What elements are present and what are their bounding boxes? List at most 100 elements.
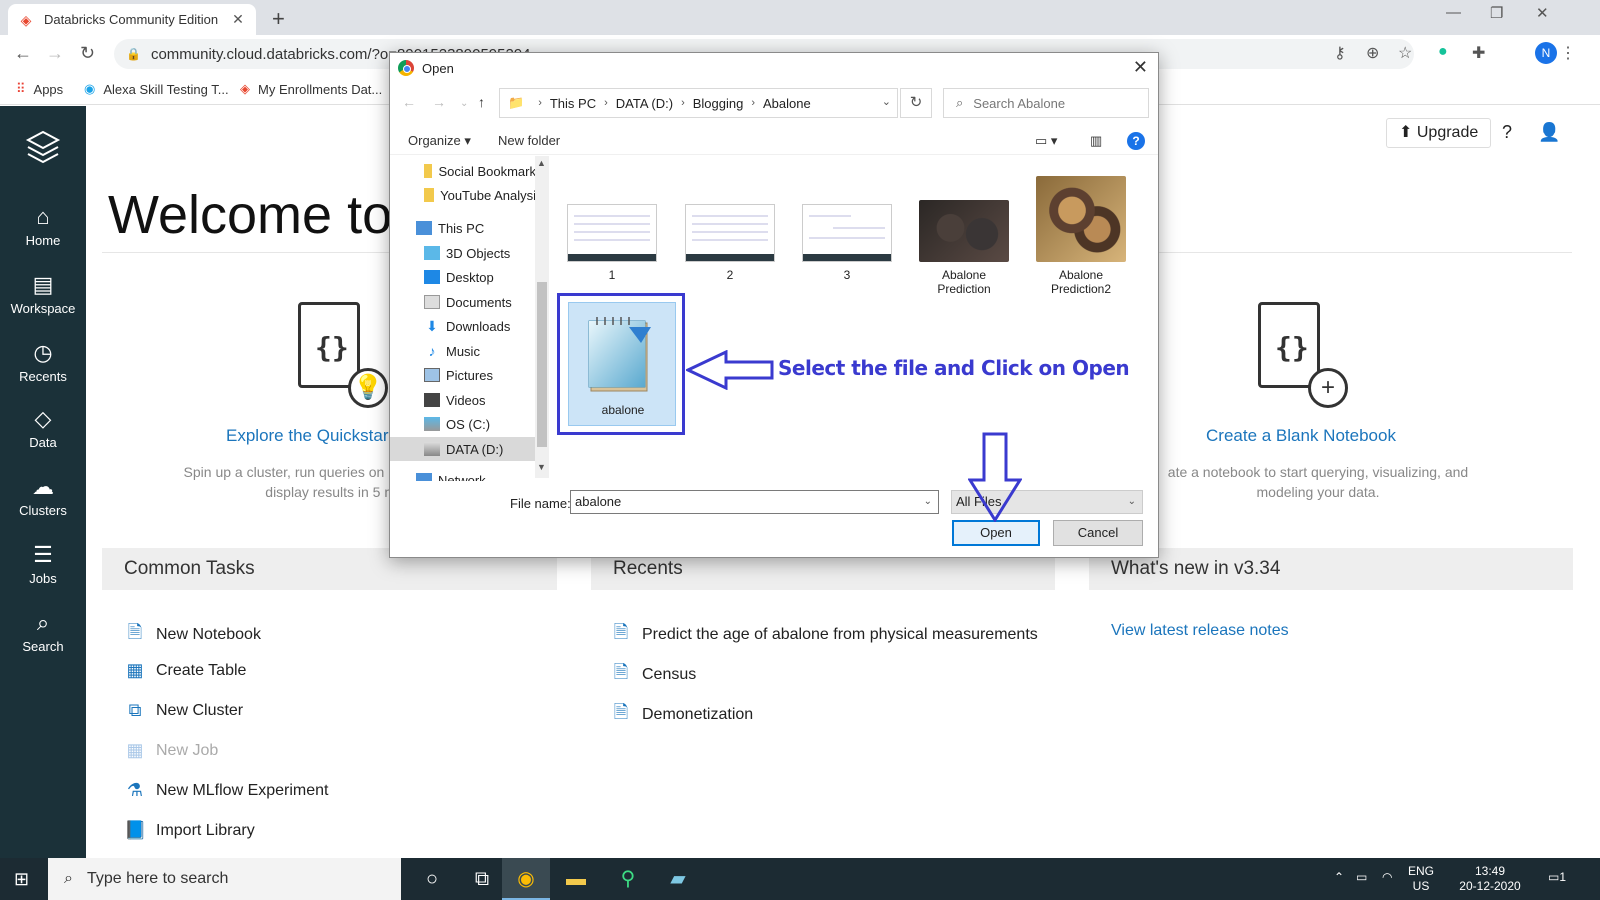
dialog-back-icon[interactable]: ← xyxy=(402,94,416,110)
minimize-icon[interactable]: — xyxy=(1446,4,1461,21)
file-item[interactable]: Abalone Prediction xyxy=(912,200,1016,296)
tree-item-network[interactable]: Network xyxy=(390,468,536,481)
task-new-cluster[interactable]: ⧉ New Cluster xyxy=(124,700,244,721)
bookmark-alexa[interactable]: ◉ Alexa Skill Testing T... xyxy=(84,81,229,97)
tray-chevron-icon[interactable]: ⌃ xyxy=(1334,870,1344,885)
tree-item-downloads[interactable]: ⬇ Downloads xyxy=(390,314,536,338)
chevron-down-icon[interactable]: ⌄ xyxy=(1128,491,1136,513)
tree-item-data-d[interactable]: DATA (D:) xyxy=(390,437,536,461)
cortana-icon[interactable]: ○ xyxy=(408,858,456,900)
scroll-up-icon[interactable]: ▲ xyxy=(537,158,546,168)
file-item[interactable]: 2 xyxy=(678,204,782,282)
databricks-logo-icon[interactable] xyxy=(24,128,62,166)
cancel-button[interactable]: Cancel xyxy=(1053,520,1143,546)
tab-close-icon[interactable]: ✕ xyxy=(230,11,246,28)
tree-item-social-bookmark[interactable]: Social Bookmark xyxy=(390,159,536,183)
tree-scrollbar[interactable]: ▲ ▼ xyxy=(535,156,549,478)
tree-item-this-pc[interactable]: This PC xyxy=(390,216,536,240)
scroll-down-icon[interactable]: ▼ xyxy=(537,462,546,472)
task-view-icon[interactable]: ⧉ xyxy=(458,858,506,900)
browser-tab[interactable]: ◈ Databricks Community Edition ✕ xyxy=(8,4,256,35)
clock[interactable]: 13:49 20-12-2020 xyxy=(1450,864,1530,894)
crumb-this-pc[interactable]: This PC xyxy=(550,96,596,111)
reload-icon[interactable]: ↻ xyxy=(80,43,95,64)
file-item[interactable]: 1 xyxy=(560,204,664,282)
chevron-down-icon[interactable]: ⌄ xyxy=(924,491,932,513)
windows-start-icon[interactable]: ⊞ xyxy=(14,869,29,890)
extensions-icon[interactable]: ✚ xyxy=(1472,43,1485,63)
sidebar-item-data[interactable]: ◇ Data xyxy=(0,406,86,450)
wifi-icon[interactable]: ◠ xyxy=(1382,870,1392,885)
file-name-input[interactable]: abalone ⌄ xyxy=(570,490,939,514)
up-folder-icon[interactable]: ↑ xyxy=(478,94,485,110)
quickstart-link[interactable]: Explore the Quickstar xyxy=(226,426,389,446)
sidebar-item-clusters[interactable]: ☁ Clusters xyxy=(0,474,86,518)
dialog-help-icon[interactable]: ? xyxy=(1127,132,1145,150)
menu-icon[interactable]: ⋮ xyxy=(1560,43,1576,63)
restore-icon[interactable]: ❐ xyxy=(1490,4,1503,22)
bookmark-apps[interactable]: ⠿ Apps xyxy=(16,81,63,97)
sidebar-item-home[interactable]: ⌂ Home xyxy=(0,204,86,248)
tree-item-music[interactable]: ♪ Music xyxy=(390,339,536,363)
user-icon[interactable]: 👤 xyxy=(1538,122,1560,143)
organize-button[interactable]: Organize ▾ xyxy=(408,133,471,149)
dialog-close-icon[interactable]: ✕ xyxy=(1133,57,1148,78)
file-item[interactable]: Abalone Prediction2 xyxy=(1029,176,1133,296)
notifications-icon[interactable]: ▭1 xyxy=(1548,870,1566,885)
tree-item-os-c[interactable]: OS (C:) xyxy=(390,412,536,436)
file-item-selected[interactable]: abalone xyxy=(568,302,676,426)
quickstart-notebook-icon[interactable]: {} xyxy=(298,302,360,388)
search-input[interactable]: ⌕ Search Abalone xyxy=(943,88,1149,118)
forward-icon[interactable]: → xyxy=(46,43,64,64)
task-import-library[interactable]: 📘 Import Library xyxy=(124,820,255,841)
crumb-abalone[interactable]: Abalone xyxy=(763,96,811,111)
tree-item-videos[interactable]: Videos xyxy=(390,388,536,412)
refresh-button[interactable]: ↻ xyxy=(900,88,932,118)
create-blank-notebook-link[interactable]: Create a Blank Notebook xyxy=(1206,426,1396,446)
battery-icon[interactable]: ▭ xyxy=(1356,870,1367,885)
crumb-data-d[interactable]: DATA (D:) xyxy=(616,96,673,111)
chevron-down-icon[interactable]: ⌄ xyxy=(882,95,891,108)
preview-pane-icon[interactable]: ▥ xyxy=(1090,133,1102,149)
task-new-job[interactable]: ▦ New Job xyxy=(124,740,218,761)
sidebar-item-recents[interactable]: ◷ Recents xyxy=(0,340,86,384)
tree-item-documents[interactable]: Documents xyxy=(390,290,536,314)
recent-item[interactable]: 🗎 Predict the age of abalone from physic… xyxy=(610,620,1038,650)
breadcrumb[interactable]: 📁 › This PC › DATA (D:) › Blogging › Aba… xyxy=(499,88,898,118)
sidebar-item-workspace[interactable]: ▤ Workspace xyxy=(0,272,86,316)
recent-locations-icon[interactable]: ⌄ xyxy=(460,98,468,109)
notepad-taskbar-icon[interactable]: ▰ xyxy=(654,858,702,900)
dialog-forward-icon[interactable]: → xyxy=(432,94,446,110)
new-tab-icon[interactable]: + xyxy=(272,6,285,32)
crumb-blogging[interactable]: Blogging xyxy=(693,96,744,111)
bookmark-star-icon[interactable]: ☆ xyxy=(1398,43,1412,63)
recent-item[interactable]: 🗎 Census xyxy=(610,660,697,690)
language-indicator[interactable]: ENG US xyxy=(1408,864,1434,894)
tree-scroll-thumb[interactable] xyxy=(537,282,547,447)
sidebar-item-jobs[interactable]: ☰ Jobs xyxy=(0,542,86,586)
tree-item-3d-objects[interactable]: 3D Objects xyxy=(390,241,536,265)
maps-app-icon[interactable]: ⚲ xyxy=(604,858,652,900)
bookmark-enrollments[interactable]: ◈ My Enrollments Dat... xyxy=(240,81,382,97)
open-button[interactable]: Open xyxy=(952,520,1040,546)
recent-item[interactable]: 🗎 Demonetization xyxy=(610,700,753,730)
file-item[interactable]: 3 xyxy=(795,204,899,282)
taskbar-search-input[interactable]: ⌕ Type here to search xyxy=(48,858,401,900)
window-close-icon[interactable]: ✕ xyxy=(1536,4,1549,22)
key-icon[interactable]: ⚷ xyxy=(1334,43,1346,63)
chrome-taskbar-icon[interactable]: ◉ xyxy=(502,858,550,900)
task-new-notebook[interactable]: 🗎 New Notebook xyxy=(124,620,261,650)
view-options-icon[interactable]: ▭ ▾ xyxy=(1035,133,1057,149)
back-icon[interactable]: ← xyxy=(14,43,32,64)
help-icon[interactable]: ? xyxy=(1502,122,1512,143)
grammarly-icon[interactable]: ● xyxy=(1438,43,1448,61)
task-new-mlflow-experiment[interactable]: ⚗ New MLflow Experiment xyxy=(124,780,329,801)
selected-file-abalone[interactable]: abalone xyxy=(557,293,685,435)
file-explorer-icon[interactable]: ▬ xyxy=(552,858,600,900)
tree-item-youtube-analysis[interactable]: YouTube Analysi xyxy=(390,183,536,207)
profile-avatar[interactable]: N xyxy=(1535,42,1557,64)
tree-item-desktop[interactable]: Desktop xyxy=(390,265,536,289)
upgrade-button[interactable]: ⬆ Upgrade xyxy=(1386,118,1492,148)
new-folder-button[interactable]: New folder xyxy=(498,133,560,148)
sidebar-item-search[interactable]: ⌕ Search xyxy=(0,610,86,654)
